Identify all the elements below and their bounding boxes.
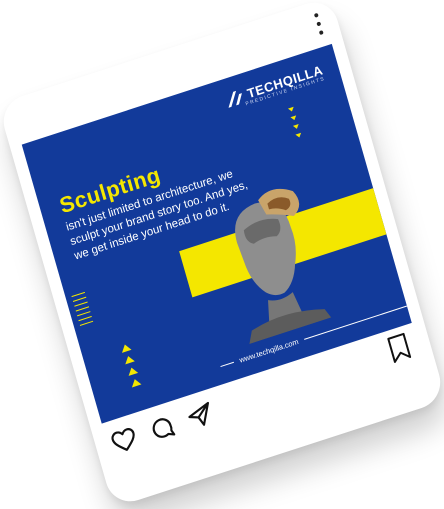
bookmark-icon[interactable] [385,331,414,365]
heart-icon[interactable] [108,424,140,457]
brand-mark-icon [228,90,242,108]
post-image: TECHQILLA PREDICTIVE INSIGHTS Sculpting … [21,43,412,424]
decorative-triangles-icon [121,344,142,388]
more-vertical-icon[interactable] [313,12,325,36]
decorative-lines-icon [71,291,94,327]
decorative-arrows-icon [287,106,302,138]
comment-icon[interactable] [146,412,178,445]
phone-card-wrapper: TECHQILLA PREDICTIVE INSIGHTS Sculpting … [0,0,444,509]
instagram-post-mockup: TECHQILLA PREDICTIVE INSIGHTS Sculpting … [0,0,444,509]
post-card: TECHQILLA PREDICTIVE INSIGHTS Sculpting … [0,0,444,509]
send-icon[interactable] [184,399,216,432]
divider [220,361,234,367]
brand-logo: TECHQILLA PREDICTIVE INSIGHTS [224,62,326,108]
